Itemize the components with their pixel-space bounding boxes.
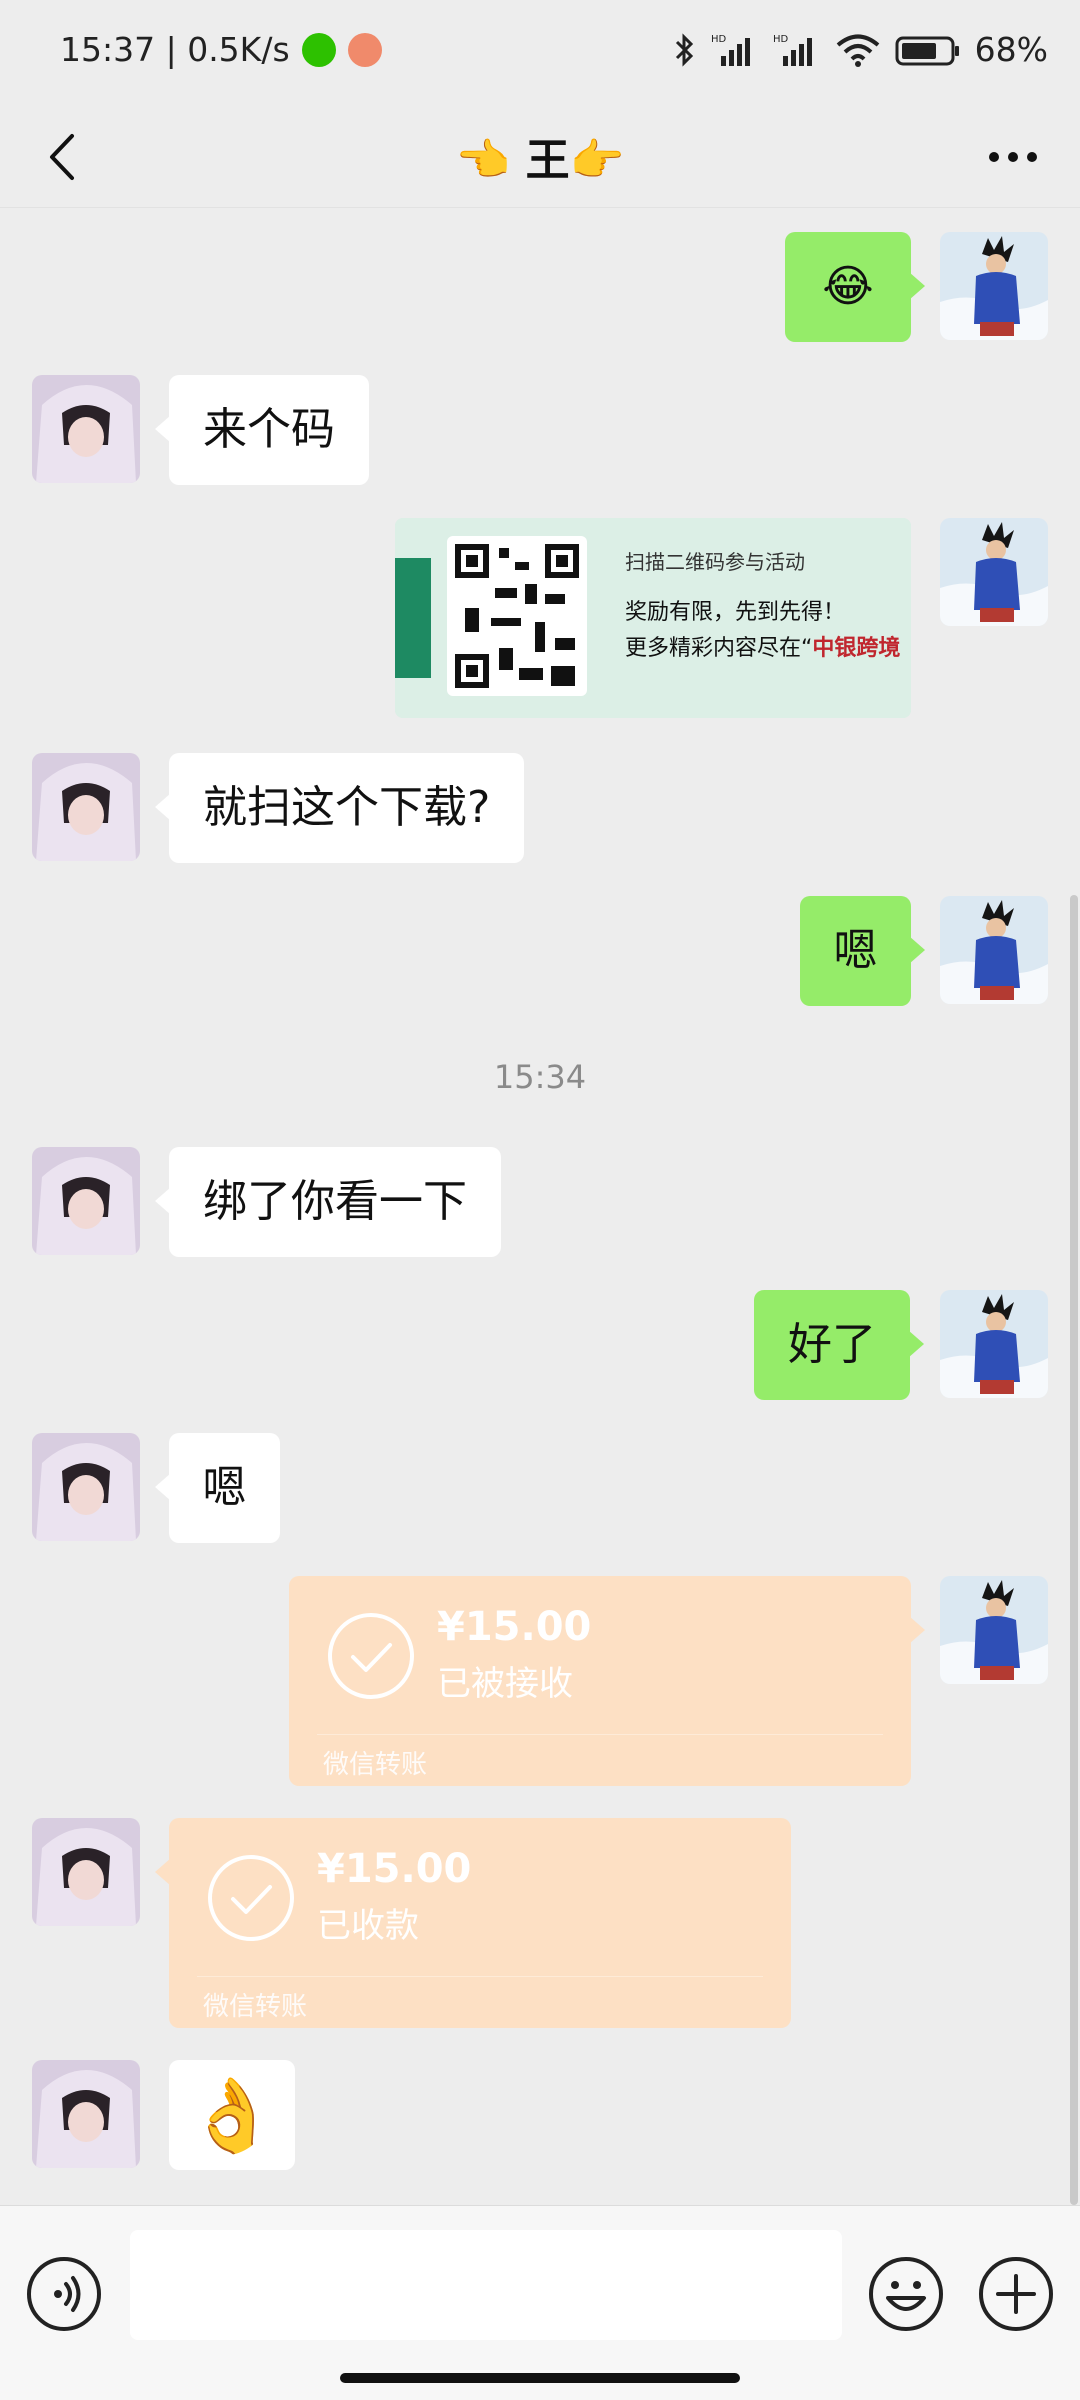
more-options-icon[interactable] (958, 122, 1058, 192)
avatar-image (940, 232, 1048, 340)
chat-title: 👈 王👉 (455, 135, 625, 186)
friend-avatar[interactable] (32, 1818, 140, 1926)
friend-avatar[interactable] (32, 1147, 140, 1255)
friend-avatar[interactable] (32, 753, 140, 861)
message-sticker-friend[interactable]: 👌 (169, 2060, 295, 2170)
message-text-friend[interactable]: 就扫这个下载? (154, 753, 525, 863)
image-text-highlight: 中银跨境 (812, 636, 901, 661)
checkmark-icon (208, 1855, 294, 1941)
svg-text:HD: HD (773, 34, 789, 45)
chat-messages[interactable]: 😂 来个码 扫描二维码参与活动 奖励有限，先到先得！ 更多精彩内容尽在“中银跨境… (0, 0, 1080, 2400)
friend-avatar[interactable] (32, 1433, 140, 1541)
message-input[interactable] (130, 2230, 842, 2340)
battery-percent: 68% (974, 30, 1048, 69)
status-bar: 15:37 | 0.5K/s HD HD 68% (0, 0, 1080, 104)
avatar-image (32, 2060, 140, 2168)
transfer-amount: ¥15.00 (437, 1604, 592, 1650)
avatar-image (940, 1290, 1048, 1398)
bluetooth-icon (675, 32, 693, 67)
image-text-line3: 更多精彩内容尽在“中银跨境 (625, 630, 900, 662)
ok-hand-emoji: 👌 (187, 2073, 277, 2157)
avatar-image (940, 896, 1048, 1004)
my-avatar[interactable] (940, 1290, 1048, 1398)
avatar-image (32, 753, 140, 861)
image-text-line2: 奖励有限，先到先得！ (625, 600, 846, 625)
status-left: 15:37 | 0.5K/s (60, 30, 382, 69)
checkmark-icon (328, 1613, 414, 1699)
wechat-icon (301, 32, 336, 67)
transfer-amount: ¥15.00 (317, 1846, 472, 1892)
message-text-friend[interactable]: 绑了你看一下 (155, 1147, 501, 1257)
laughing-emoji: 😂 (822, 261, 874, 312)
chat-header: 👈 王👉 (0, 104, 1080, 208)
transfer-status: 已收款 (317, 1906, 419, 1946)
home-indicator[interactable] (340, 2373, 740, 2383)
transfer-status: 已被接收 (437, 1664, 573, 1704)
my-avatar[interactable] (940, 518, 1048, 626)
image-text-prefix: 更多精彩内容尽在“ (625, 636, 813, 661)
image-text-line1: 扫描二维码参与活动 (625, 550, 805, 574)
my-avatar[interactable] (940, 232, 1048, 340)
app-icon (347, 32, 382, 67)
avatar-image (940, 518, 1048, 626)
message-timestamp: 15:34 (493, 1058, 587, 1096)
emoji-icon[interactable] (868, 2256, 944, 2332)
transfer-divider (197, 1976, 763, 1977)
message-image-me[interactable]: 扫描二维码参与活动 奖励有限，先到先得！ 更多精彩内容尽在“中银跨境 (395, 518, 911, 718)
chat-scrollbar[interactable] (1070, 895, 1078, 2205)
transfer-card-friend[interactable]: ¥15.00 已收款 微信转账 (155, 1818, 791, 2028)
friend-avatar[interactable] (32, 375, 140, 483)
message-text-me[interactable]: 嗯 (800, 896, 925, 1006)
avatar-image (32, 1147, 140, 1255)
hd-signal-icon: HD (711, 34, 750, 66)
time-network-speed: 15:37 | 0.5K/s (60, 30, 290, 69)
plus-icon[interactable] (978, 2256, 1054, 2332)
battery-icon (895, 36, 959, 65)
message-text: 就扫这个下载? (203, 782, 491, 833)
message-text: 嗯 (202, 1462, 247, 1513)
message-text-friend[interactable]: 来个码 (155, 375, 369, 485)
avatar-image (32, 375, 140, 483)
hd-signal-icon: HD (773, 34, 812, 66)
transfer-label: 微信转账 (323, 1750, 428, 1780)
avatar-image (32, 1818, 140, 1926)
message-text: 嗯 (833, 925, 878, 976)
message-text-me[interactable]: 好了 (754, 1290, 924, 1400)
message-text: 绑了你看一下 (203, 1176, 467, 1227)
voice-icon[interactable] (26, 2256, 102, 2332)
avatar-image (32, 1433, 140, 1541)
status-right: HD HD 68% (673, 30, 1048, 69)
svg-text:HD: HD (711, 34, 727, 45)
friend-avatar[interactable] (32, 2060, 140, 2168)
transfer-card-me[interactable]: ¥15.00 已被接收 微信转账 (289, 1576, 925, 1786)
wifi-icon (836, 34, 879, 67)
transfer-label: 微信转账 (203, 1992, 308, 2022)
message-text: 来个码 (203, 404, 335, 455)
avatar-image (940, 1576, 1048, 1684)
qr-code-image (395, 518, 911, 718)
message-text: 好了 (788, 1319, 876, 1370)
input-bar (0, 2205, 1080, 2400)
my-avatar[interactable] (940, 896, 1048, 1004)
transfer-divider (317, 1734, 883, 1735)
my-avatar[interactable] (940, 1576, 1048, 1684)
message-text-friend[interactable]: 嗯 (155, 1433, 280, 1543)
message-sticker-me[interactable]: 😂 (785, 232, 925, 342)
